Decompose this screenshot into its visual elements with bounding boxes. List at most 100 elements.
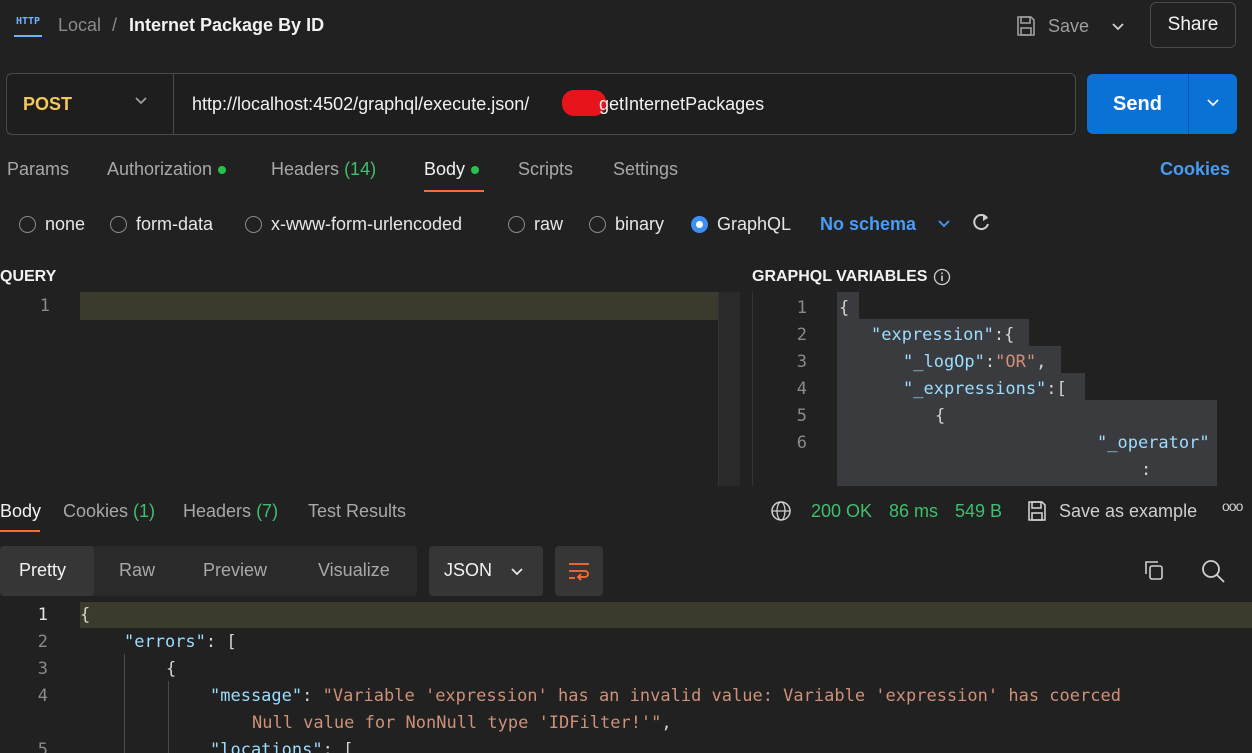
line-number: 3 [37, 659, 48, 679]
tab-headers[interactable]: Headers (14) [271, 159, 376, 180]
response-tabs: Body Cookies (1) Headers (7) Test Result… [0, 492, 1252, 532]
url-input-suffix[interactable]: getInternetPackages [599, 94, 764, 115]
query-section-title: QUERY [0, 268, 57, 285]
code-token: { [839, 298, 850, 318]
more-options-icon[interactable]: ooo [1222, 498, 1243, 514]
radio-graphql[interactable]: GraphQL [691, 214, 791, 235]
editor-scrollbar[interactable] [718, 292, 740, 486]
view-raw[interactable]: Raw [119, 560, 155, 581]
resp-tab-headers-label: Headers [183, 501, 252, 521]
save-button[interactable]: Save [1014, 12, 1089, 40]
active-tab-underline [424, 190, 484, 192]
url-input[interactable]: http://localhost:4502/graphql/execute.js… [192, 94, 529, 115]
view-pretty[interactable]: Pretty [19, 560, 66, 581]
code-token: "locations" [210, 740, 323, 753]
schema-select[interactable]: No schema [820, 214, 916, 235]
wrap-lines-icon[interactable] [555, 546, 603, 596]
view-preview[interactable]: Preview [203, 560, 267, 581]
response-size[interactable]: 549 B [955, 501, 1002, 522]
line-number: 1 [37, 605, 48, 625]
chevron-down-icon[interactable] [936, 212, 952, 239]
tab-settings[interactable]: Settings [613, 159, 678, 180]
radio-raw-label: raw [534, 214, 564, 234]
variables-editor[interactable]: 1 2 3 4 5 6 { "expression":{ "_logOp":"O… [752, 292, 1252, 486]
top-bar: HTTP Local / Internet Package By ID Save… [0, 0, 1252, 52]
response-body-viewer[interactable]: 1 2 3 4 5 { "errors": [ { "message": "Va… [0, 600, 1252, 753]
code-token: "_operator" [1097, 433, 1210, 453]
save-as-example-button[interactable]: Save as example [1025, 499, 1197, 523]
code-line: "message": "Variable 'expression' has an… [210, 686, 1121, 706]
radio-raw[interactable]: raw [508, 214, 563, 235]
response-view-bar: Pretty Raw Preview Visualize JSON [0, 546, 1252, 596]
status-code[interactable]: 200 OK [811, 501, 872, 522]
code-token: { [80, 605, 91, 625]
tab-headers-label: Headers [271, 159, 340, 179]
code-line: "_logOp":"OR", [903, 352, 1046, 372]
code-token: Null value for NonNull type 'IDFilter!'" [252, 713, 662, 733]
radio-form-data-label: form-data [136, 214, 214, 234]
code-token: , [661, 713, 672, 733]
code-token: "_logOp" [903, 352, 985, 372]
radio-none[interactable]: none [19, 214, 85, 235]
code-token: , [1036, 352, 1047, 372]
breadcrumb-collection[interactable]: Local [58, 15, 101, 36]
save-icon [1028, 501, 1046, 521]
code-token: "Variable 'expression' has an invalid va… [322, 686, 1121, 706]
variables-section-header: GRAPHQL VARIABLES [752, 268, 951, 286]
line-number: 2 [796, 325, 807, 345]
code-token: "errors" [124, 632, 206, 652]
send-button-group: Send [1087, 74, 1237, 134]
status-dot-icon [218, 166, 227, 175]
chevron-down-icon [511, 568, 523, 576]
radio-urlencoded[interactable]: x-www-form-urlencoded [245, 214, 462, 235]
info-icon[interactable] [933, 268, 951, 286]
view-visualize[interactable]: Visualize [318, 560, 390, 581]
resp-tab-cookies[interactable]: Cookies (1) [63, 501, 155, 522]
code-token: "_expressions" [903, 379, 1047, 399]
tab-body[interactable]: Body [424, 159, 480, 180]
variables-section-title: GRAPHQL VARIABLES [752, 268, 928, 285]
send-options-chevron-icon[interactable] [1189, 74, 1237, 134]
chevron-down-icon[interactable] [133, 92, 149, 113]
request-tabs: Params Authorization Headers (14) Body S… [0, 150, 1252, 192]
radio-binary[interactable]: binary [589, 214, 664, 235]
indent-guide [124, 654, 125, 753]
resp-tab-body[interactable]: Body [0, 501, 41, 522]
line-number: 4 [37, 686, 48, 706]
active-tab-underline [0, 530, 40, 532]
line-number: 5 [796, 406, 807, 426]
query-editor[interactable]: 1 [0, 292, 740, 486]
indent-guide-block [837, 400, 1217, 427]
resp-tab-headers[interactable]: Headers (7) [183, 501, 278, 522]
radio-circle-icon [19, 216, 36, 233]
code-line: "expression":{ [871, 325, 1014, 345]
cookies-link[interactable]: Cookies [1160, 159, 1230, 180]
tab-scripts[interactable]: Scripts [518, 159, 573, 180]
send-button[interactable]: Send [1087, 74, 1189, 134]
code-token: "message" [210, 686, 303, 706]
tab-authorization[interactable]: Authorization [107, 159, 227, 180]
resp-tab-test-results[interactable]: Test Results [308, 501, 406, 522]
code-token: :{ [993, 325, 1015, 345]
code-token: "OR" [995, 352, 1037, 372]
method-select[interactable]: POST [23, 94, 72, 115]
refresh-icon[interactable] [970, 210, 992, 240]
page-title[interactable]: Internet Package By ID [129, 15, 324, 36]
tab-params[interactable]: Params [7, 159, 69, 180]
format-select[interactable]: JSON [429, 546, 543, 596]
view-mode-segmented-control: Pretty Raw Preview Visualize [0, 546, 417, 596]
copy-icon[interactable] [1142, 558, 1166, 588]
code-token: "expression" [871, 325, 994, 345]
search-icon[interactable] [1200, 558, 1226, 590]
globe-icon[interactable] [770, 500, 792, 527]
http-request-icon: HTTP [14, 13, 42, 37]
radio-form-data[interactable]: form-data [110, 214, 213, 235]
code-token: : [1141, 460, 1152, 480]
save-options-chevron-icon[interactable] [1110, 18, 1126, 39]
line-number: 6 [796, 433, 807, 453]
code-line: "_expressions":[ [903, 379, 1067, 399]
url-divider [173, 74, 174, 134]
code-line: Null value for NonNull type 'IDFilter!'"… [252, 713, 672, 733]
response-time[interactable]: 86 ms [889, 501, 938, 522]
share-button[interactable]: Share [1150, 2, 1236, 48]
